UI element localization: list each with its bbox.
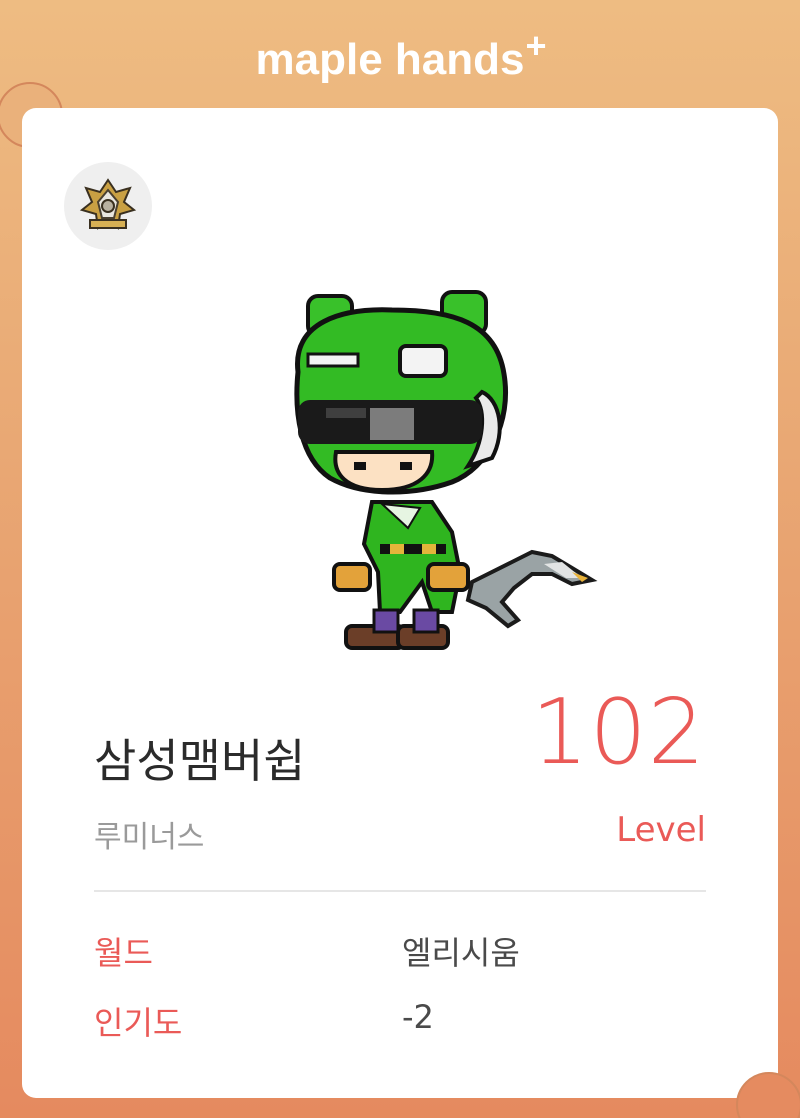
logo-text: maple hands xyxy=(256,35,525,84)
character-name: 삼성맴버쉽 xyxy=(94,734,306,788)
profile-card-frame: maple hands + 삼성맴버쉽 루미너스 102 Level 월드 엘리… xyxy=(0,0,800,1118)
character-head xyxy=(294,290,508,495)
maple-hands-logo: maple hands + xyxy=(256,26,547,84)
character-body xyxy=(332,500,470,650)
guild-emblem-icon xyxy=(79,178,137,230)
level-label: Level xyxy=(616,810,706,850)
character-job: 루미너스 xyxy=(94,820,205,855)
character-level: 102 xyxy=(531,680,706,785)
world-value: 엘리시움 xyxy=(402,934,520,972)
popularity-value: -2 xyxy=(402,998,434,1036)
logo-plus: + xyxy=(525,26,546,66)
divider xyxy=(94,890,706,892)
character-avatar xyxy=(294,290,598,650)
tail-weapon xyxy=(465,549,598,629)
guild-emblem[interactable] xyxy=(64,162,152,250)
world-label: 월드 xyxy=(94,934,153,972)
popularity-label: 인기도 xyxy=(94,1004,183,1042)
